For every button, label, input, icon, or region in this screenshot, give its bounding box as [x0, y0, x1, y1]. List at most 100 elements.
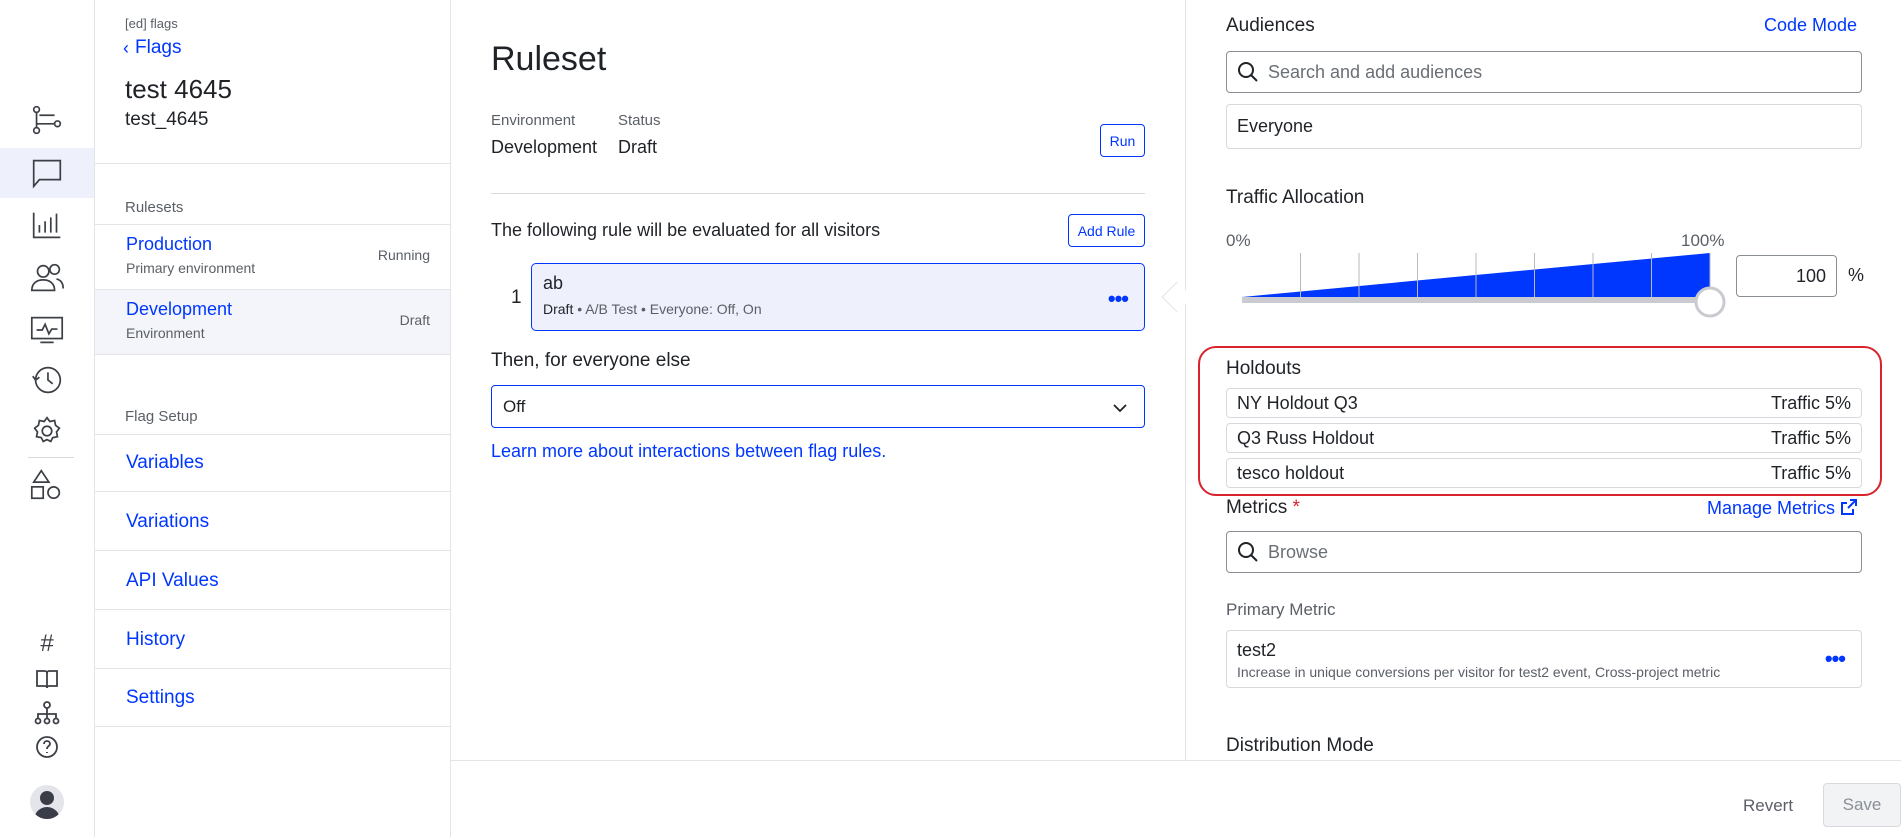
divider	[95, 354, 450, 355]
rail-divider	[28, 457, 74, 458]
holdout-name: tesco holdout	[1237, 463, 1345, 483]
audience-selected: Everyone	[1226, 104, 1862, 149]
setup-item-variables[interactable]: Variables	[95, 434, 450, 492]
project-name: [ed] flags	[125, 16, 178, 31]
rule-config-panel: Audiences Code Mode Search and add audie…	[1186, 0, 1901, 760]
search-icon	[1238, 542, 1258, 562]
users-icon[interactable]	[0, 253, 94, 303]
metrics-label-text: Metrics	[1226, 497, 1288, 518]
holdout-traffic: Traffic 5%	[1770, 428, 1851, 448]
ruleset-item-development[interactable]: Development Environment Draft	[95, 290, 450, 354]
rule-summary: Draft • A/B Test • Everyone: Off, On	[543, 301, 762, 317]
ruleset-main: Ruleset Environment Development Status D…	[451, 0, 1185, 760]
manage-metrics-label: Manage Metrics	[1707, 498, 1836, 518]
run-button[interactable]: Run	[1100, 124, 1145, 157]
setup-item-history[interactable]: History	[95, 611, 450, 669]
hierarchy-icon[interactable]	[0, 699, 94, 727]
save-button[interactable]: Save	[1823, 783, 1901, 827]
metric-name: test2	[1237, 640, 1277, 660]
metrics-label: Metrics *	[1226, 497, 1300, 519]
status-value: Draft	[618, 137, 658, 157]
traffic-allocation-label: Traffic Allocation	[1226, 187, 1365, 208]
manage-metrics-link[interactable]: Manage Metrics	[1707, 497, 1859, 519]
metric-description: Increase in unique conversions per visit…	[1237, 664, 1721, 680]
left-rail: #	[0, 0, 95, 837]
audience-search-input[interactable]: Search and add audiences	[1226, 51, 1862, 93]
select-value: Off	[503, 397, 526, 416]
revert-button[interactable]: Revert	[1743, 796, 1793, 816]
setup-item-variations[interactable]: Variations	[95, 493, 450, 551]
ruleset-desc: Primary environment	[126, 260, 256, 276]
slider-thumb[interactable]	[1694, 286, 1726, 318]
setup-item-api-values[interactable]: API Values	[95, 552, 450, 610]
monitor-icon[interactable]	[0, 305, 94, 355]
holdout-name: Q3 Russ Holdout	[1237, 428, 1375, 448]
chevron-down-icon	[1113, 404, 1127, 413]
distribution-mode-label: Distribution Mode	[1226, 735, 1374, 756]
holdout-row[interactable]: Q3 Russ Holdout Traffic 5%	[1226, 423, 1862, 453]
flag-sidebar: [ed] flags ‹ Flags test 4645 test_4645 R…	[95, 0, 451, 837]
ruleset-status: Running	[377, 247, 430, 263]
more-options-icon[interactable]: •••	[1825, 646, 1846, 672]
action-footer: Revert Save	[451, 760, 1901, 837]
hash-icon[interactable]: #	[0, 630, 94, 658]
search-icon	[1238, 62, 1258, 82]
ruleset-desc: Environment	[126, 325, 205, 341]
holdout-row[interactable]: tesco holdout Traffic 5%	[1226, 458, 1862, 488]
more-options-icon[interactable]: •••	[1108, 286, 1129, 312]
holdouts-label: Holdouts	[1226, 358, 1301, 379]
metrics-search-placeholder: Browse	[1268, 542, 1329, 562]
audiences-label: Audiences	[1226, 15, 1315, 36]
chart-icon[interactable]	[0, 200, 94, 250]
rule-card[interactable]: ab Draft • A/B Test • Everyone: Off, On …	[531, 263, 1145, 331]
ruleset-name: Development	[126, 299, 233, 319]
back-to-flags-link[interactable]: ‹ Flags	[123, 37, 181, 59]
rule-name: ab	[543, 273, 564, 293]
rule-meta: • A/B Test • Everyone: Off, On	[573, 301, 762, 317]
code-mode-link[interactable]: Code Mode	[1764, 15, 1857, 36]
rule-status: Draft	[543, 301, 574, 317]
ruleset-name: Production	[126, 234, 213, 254]
else-variation-select[interactable]: Off	[491, 385, 1145, 428]
ruleset-status: Draft	[399, 312, 430, 328]
metrics-search-input[interactable]: Browse	[1226, 531, 1862, 573]
traffic-slider[interactable]	[1240, 247, 1740, 322]
flag-name: test 4645	[125, 74, 232, 104]
percent-sign: %	[1848, 265, 1865, 285]
flag-setup-label: Flag Setup	[125, 408, 198, 425]
add-rule-button[interactable]: Add Rule	[1068, 214, 1145, 247]
required-mark: *	[1292, 497, 1300, 518]
status-label: Status	[618, 112, 661, 129]
app: # [ed] flags ‹ Flags test 4645 test_4645…	[0, 0, 1901, 837]
environment-label: Environment	[491, 112, 576, 129]
rule-intro: The following rule will be evaluated for…	[491, 220, 881, 240]
holdout-traffic: Traffic 5%	[1770, 393, 1851, 413]
primary-metric-card[interactable]: test2 Increase in unique conversions per…	[1226, 630, 1862, 688]
shapes-icon[interactable]	[0, 459, 94, 509]
back-label: Flags	[135, 37, 182, 58]
environment-value: Development	[491, 137, 598, 157]
learn-more-link[interactable]: Learn more about interactions between fl…	[491, 441, 886, 462]
avatar[interactable]	[30, 785, 64, 819]
book-icon[interactable]	[0, 665, 94, 693]
primary-metric-label: Primary Metric	[1226, 600, 1336, 619]
rulesets-label: Rulesets	[125, 199, 184, 216]
audience-search-placeholder: Search and add audiences	[1268, 62, 1483, 82]
chevron-left-icon: ‹	[123, 37, 129, 58]
divider	[95, 163, 450, 164]
external-link-icon	[1841, 499, 1858, 515]
traffic-percent-input[interactable]: 100	[1736, 255, 1837, 297]
rule-index: 1	[511, 287, 522, 308]
settings-icon[interactable]	[0, 406, 94, 456]
flag-icon[interactable]	[0, 148, 94, 198]
holdout-row[interactable]: NY Holdout Q3 Traffic 5%	[1226, 388, 1862, 418]
history-icon[interactable]	[0, 355, 94, 405]
holdout-name: NY Holdout Q3	[1237, 393, 1358, 413]
flow-icon[interactable]	[0, 95, 94, 145]
flag-key: test_4645	[125, 109, 209, 130]
holdout-traffic: Traffic 5%	[1770, 463, 1851, 483]
ruleset-item-production[interactable]: Production Primary environment Running	[95, 225, 450, 289]
setup-item-settings[interactable]: Settings	[95, 669, 450, 727]
divider	[491, 193, 1145, 194]
help-icon[interactable]	[0, 733, 94, 761]
